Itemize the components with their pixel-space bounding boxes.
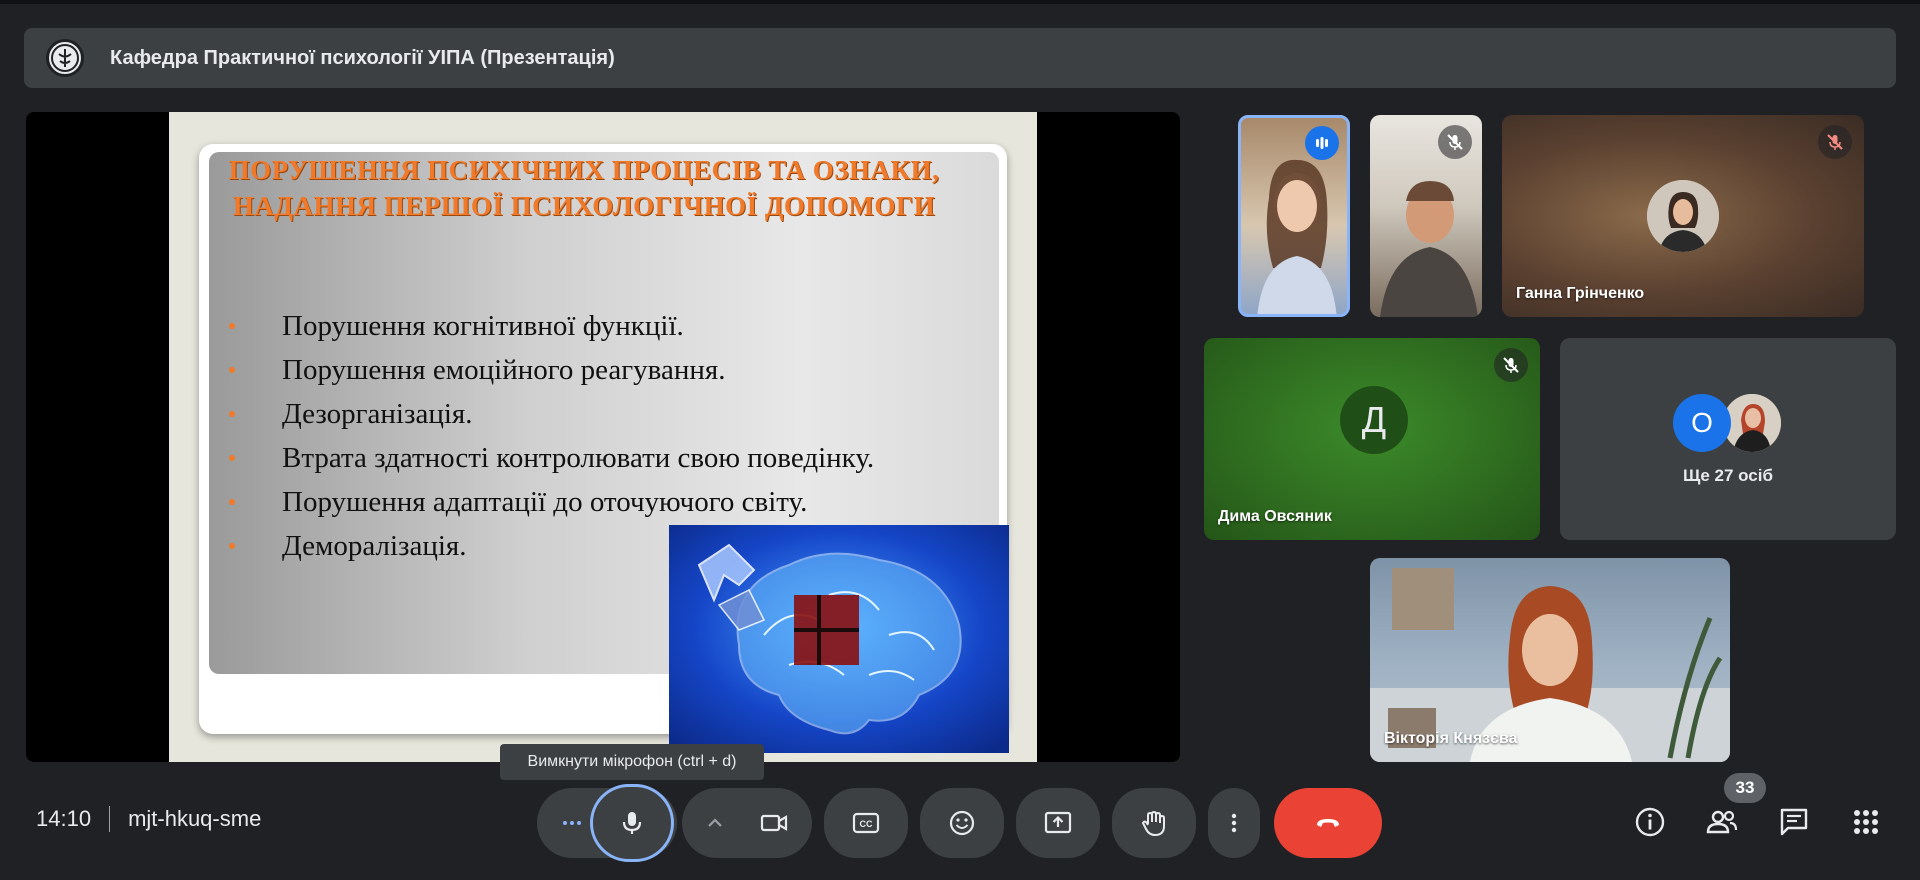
- avatar: О: [1673, 394, 1731, 452]
- participant-count-badge: 33: [1724, 773, 1766, 803]
- more-button[interactable]: [1208, 788, 1260, 858]
- people-icon: [1706, 810, 1738, 834]
- muted-mic-icon: [1438, 125, 1472, 159]
- phone-hangup-icon: [1317, 819, 1339, 827]
- present-button[interactable]: [1016, 788, 1100, 858]
- bullet-dot-icon: [229, 499, 235, 505]
- brain-puzzle-image: [669, 525, 1009, 753]
- muted-mic-icon: [1494, 348, 1528, 382]
- others-count-label: Ще 27 осіб: [1683, 466, 1773, 485]
- microphone-icon: [622, 812, 642, 834]
- participant-name: Ганна Грінченко: [1516, 285, 1645, 302]
- chevron-up-icon: [708, 818, 722, 827]
- grid-icon: [1854, 810, 1878, 834]
- meeting-code[interactable]: mjt-hkuq-sme: [128, 806, 261, 832]
- video-camera-icon: [760, 814, 788, 832]
- participant-name: Вікторія Князєва: [1384, 730, 1518, 747]
- slide-bullet: Порушення емоційного реагування.: [227, 348, 874, 392]
- slide-bullet: Порушення адаптації до оточуючого світу.: [227, 480, 874, 524]
- reactions-button[interactable]: [920, 788, 1004, 858]
- bullet-dot-icon: [229, 543, 235, 549]
- chat-button[interactable]: [1772, 800, 1816, 844]
- slide-heading-line-2: НАДАННЯ ПЕРШОЇ ПСИХОЛОГІЧНОЇ ДОПОМОГИ: [232, 191, 936, 221]
- emoji-icon: [949, 810, 975, 836]
- captions-button[interactable]: CC: [824, 788, 908, 858]
- window-top-strip: [0, 0, 1920, 4]
- slide-bullet: Втрата здатності контролювати свою повед…: [227, 436, 874, 480]
- slide-bullet: Порушення когнітивної функції.: [227, 304, 874, 348]
- banner-title: Кафедра Практичної психології УІПА (През…: [110, 46, 615, 69]
- mic-tooltip: Вимкнути мікрофон (ctrl + d): [500, 744, 764, 780]
- avatar: [1723, 394, 1781, 452]
- end-call-button[interactable]: [1274, 788, 1382, 858]
- svg-text:CC: CC: [860, 819, 873, 829]
- slide: ПОРУШЕННЯ ПСИХІЧНИХ ПРОЦЕСІВ ТА ОЗНАКИ, …: [169, 112, 1037, 762]
- three-dots-horizontal-icon: [563, 821, 581, 825]
- three-dots-vertical-icon: [1231, 813, 1237, 833]
- info-icon: [1635, 807, 1665, 837]
- university-logo-icon: [46, 39, 84, 77]
- muted-mic-icon: [1818, 125, 1852, 159]
- chat-icon: [1780, 808, 1808, 836]
- bullet-dot-icon: [229, 411, 235, 417]
- people-button[interactable]: [1700, 800, 1744, 844]
- present-screen-icon: [1044, 811, 1072, 834]
- participant-tile-ganna[interactable]: Ганна Грінченко: [1502, 115, 1864, 317]
- meeting-time: 14:10: [36, 806, 92, 831]
- avatar: [1647, 180, 1719, 252]
- presentation-stage[interactable]: ПОРУШЕННЯ ПСИХІЧНИХ ПРОЦЕСІВ ТА ОЗНАКИ, …: [26, 112, 1180, 762]
- camera-options-button[interactable]: [690, 792, 740, 854]
- slide-bullet: Дезорганізація.: [227, 392, 874, 436]
- raise-hand-button[interactable]: [1112, 788, 1196, 858]
- presentation-banner: Кафедра Практичної психології УІПА (През…: [24, 28, 1896, 88]
- speaking-indicator-icon: [1305, 126, 1339, 160]
- participant-tile-speaker[interactable]: [1238, 115, 1350, 317]
- slide-heading-line-1: ПОРУШЕННЯ ПСИХІЧНИХ ПРОЦЕСІВ ТА ОЗНАКИ,: [228, 155, 940, 185]
- hand-icon: [1141, 810, 1165, 837]
- meeting-details: 14:10 mjt-hkuq-sme: [36, 806, 261, 832]
- meeting-info-button[interactable]: [1628, 800, 1672, 844]
- camera-button[interactable]: [742, 792, 806, 854]
- avatar: Д: [1340, 386, 1408, 454]
- participant-name: Дима Овсяник: [1218, 508, 1332, 525]
- divider: [109, 806, 111, 832]
- mic-button[interactable]: [590, 784, 674, 862]
- participant-tile-others[interactable]: О Ще 27 осіб: [1560, 338, 1896, 540]
- participant-tile-viktoria[interactable]: Вікторія Князєва: [1370, 558, 1730, 762]
- bullet-dot-icon: [229, 323, 235, 329]
- slide-heading: ПОРУШЕННЯ ПСИХІЧНИХ ПРОЦЕСІВ ТА ОЗНАКИ, …: [189, 152, 979, 224]
- participant-tile-man[interactable]: [1370, 115, 1482, 317]
- closed-captions-icon: CC: [852, 812, 880, 834]
- participant-tile-dyma[interactable]: Д Дима Овсяник: [1204, 338, 1540, 540]
- activities-button[interactable]: [1844, 800, 1888, 844]
- bullet-dot-icon: [229, 367, 235, 373]
- bullet-dot-icon: [229, 455, 235, 461]
